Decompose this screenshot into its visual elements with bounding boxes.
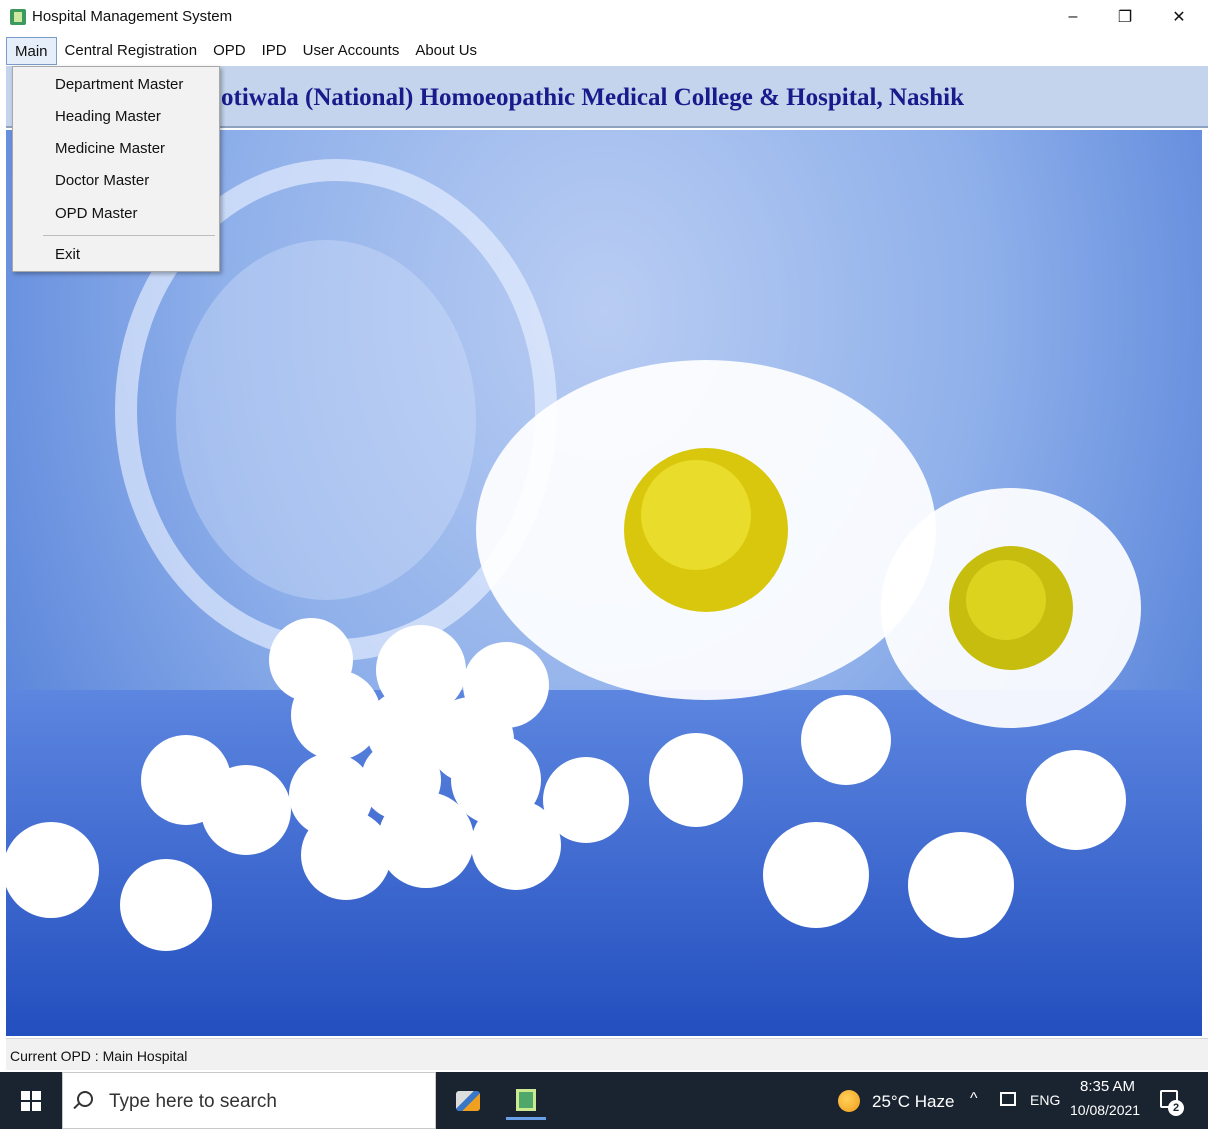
notification-badge: 2 [1168, 1100, 1184, 1116]
search-placeholder: Type here to search [109, 1091, 277, 1112]
hospital-app-icon [516, 1088, 536, 1111]
chevron-up-icon[interactable]: ^ [970, 1090, 978, 1108]
taskbar-app-scanner[interactable] [448, 1082, 488, 1120]
windows-logo-icon [21, 1090, 41, 1111]
scanner-app-icon [456, 1091, 480, 1111]
weather-text[interactable]: 25°C Haze [872, 1092, 954, 1112]
taskbar-search-box[interactable]: Type here to search [62, 1072, 436, 1129]
minimize-button[interactable]: – [1050, 2, 1096, 32]
maximize-button[interactable]: ❐ [1102, 2, 1148, 32]
network-icon[interactable] [1000, 1092, 1016, 1106]
status-bar: Current OPD : Main Hospital [6, 1038, 1208, 1070]
clock-date[interactable]: 10/08/2021 [1070, 1102, 1140, 1118]
menu-bar: Main Central Registration OPD IPD User A… [6, 36, 1208, 66]
menu-separator [43, 235, 215, 236]
daisy-flower-large [476, 360, 936, 700]
weather-icon[interactable] [838, 1090, 860, 1112]
main-dropdown-menu: Department Master Heading Master Medicin… [12, 66, 220, 272]
menu-item-medicine-master[interactable]: Medicine Master [55, 140, 165, 157]
menu-item-doctor-master[interactable]: Doctor Master [55, 172, 149, 189]
app-icon [10, 9, 26, 25]
menu-about-us[interactable]: About Us [407, 37, 485, 65]
taskbar-app-hospital[interactable] [506, 1082, 546, 1120]
menu-item-department-master[interactable]: Department Master [55, 76, 183, 93]
close-button[interactable]: ✕ [1156, 2, 1202, 32]
current-opd-status: Current OPD : Main Hospital [10, 1048, 188, 1064]
menu-item-opd-master[interactable]: OPD Master [55, 205, 138, 222]
language-indicator[interactable]: ENG [1030, 1092, 1060, 1108]
window-title: Hospital Management System [32, 8, 233, 25]
college-title: otiwala (National) Homoeopathic Medical … [221, 84, 965, 111]
menu-ipd[interactable]: IPD [254, 37, 295, 65]
clock-time[interactable]: 8:35 AM [1080, 1078, 1135, 1095]
menu-user-accounts[interactable]: User Accounts [295, 37, 408, 65]
taskbar: Type here to search 25°C Haze ^ ENG 8:35… [0, 1072, 1208, 1129]
glass-bottle-inner [176, 240, 476, 600]
title-bar: Hospital Management System – ❐ ✕ [0, 0, 1208, 34]
search-icon [77, 1091, 93, 1107]
menu-opd[interactable]: OPD [205, 37, 254, 65]
menu-item-heading-master[interactable]: Heading Master [55, 108, 161, 125]
menu-main[interactable]: Main [6, 37, 57, 65]
start-button[interactable] [0, 1072, 62, 1129]
menu-item-exit[interactable]: Exit [55, 246, 80, 263]
daisy-flower-small [881, 488, 1141, 728]
menu-central-registration[interactable]: Central Registration [57, 37, 206, 65]
